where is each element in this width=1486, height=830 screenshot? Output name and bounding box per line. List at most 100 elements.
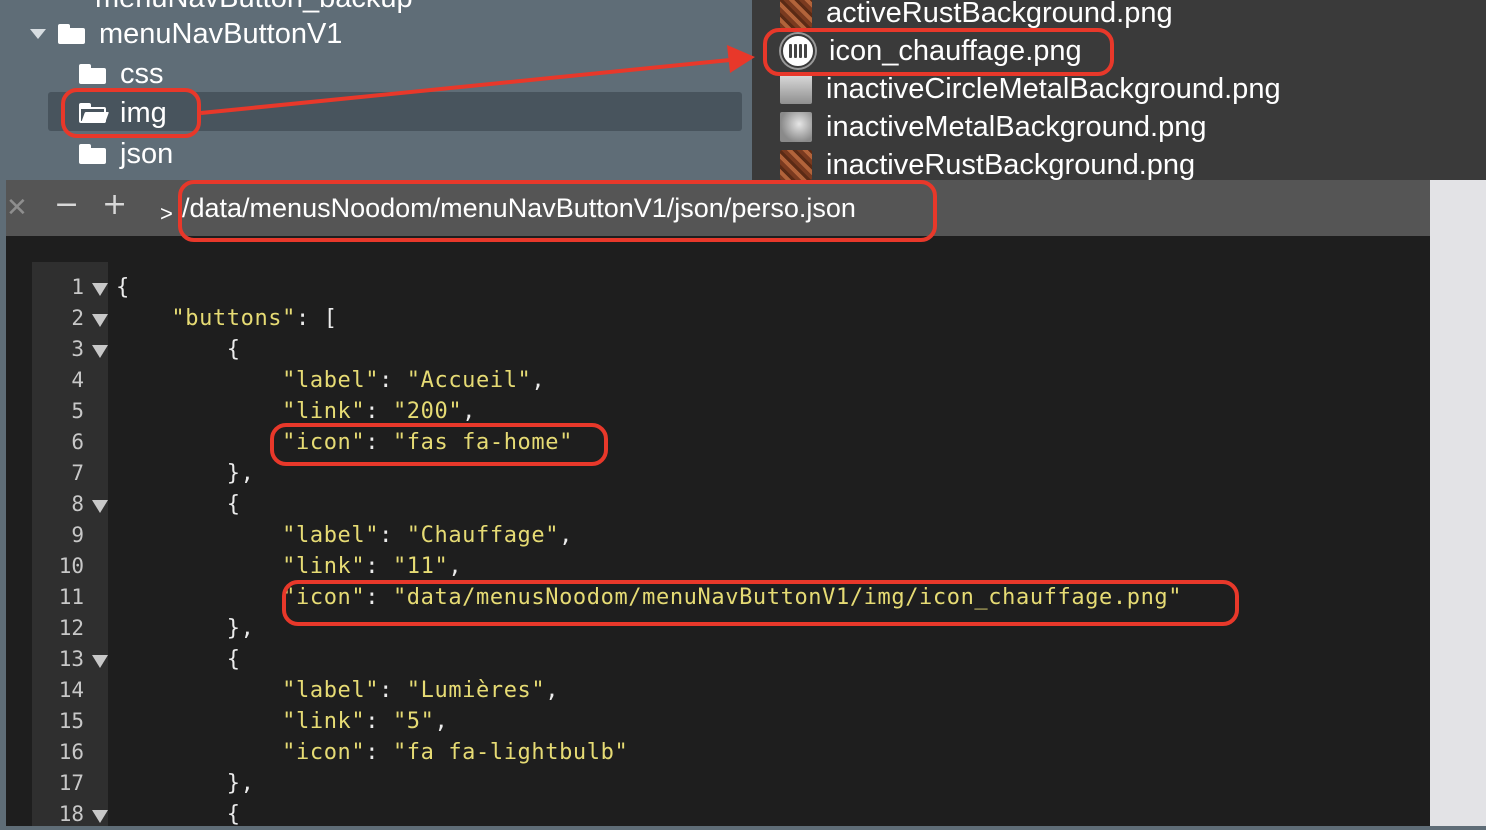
code-line[interactable]: { xyxy=(116,644,241,675)
code-token: { xyxy=(116,337,241,362)
code-line[interactable]: "label": "Accueil", xyxy=(116,365,545,396)
line-number: 15 xyxy=(58,709,84,733)
file-label: inactiveRustBackground.png xyxy=(826,148,1196,181)
code-line[interactable]: }, xyxy=(116,458,254,489)
string-token: "icon" xyxy=(282,740,366,765)
highlight-fontawesome-icon xyxy=(270,423,608,466)
highlight-img-folder xyxy=(61,88,201,138)
file-item[interactable]: inactiveRustBackground.png xyxy=(780,146,1195,180)
file-list: activeRustBackground.png icon_chauffage.… xyxy=(752,0,1486,180)
tree-item-label: menuNavButton_backup xyxy=(95,0,413,15)
string-token: "5" xyxy=(392,709,435,734)
line-number: 2 xyxy=(71,306,84,330)
tree-item-menuNavButtonV1[interactable]: menuNavButtonV1 xyxy=(30,14,342,54)
code-token: : [ xyxy=(296,306,338,331)
code-line[interactable]: "link": "5", xyxy=(116,706,448,737)
line-number: 14 xyxy=(58,678,84,702)
code-line[interactable]: { xyxy=(116,489,241,520)
string-token: "11" xyxy=(392,554,449,579)
code-token: , xyxy=(559,523,573,548)
code-line[interactable]: }, xyxy=(116,613,254,644)
zoom-in-button[interactable]: + xyxy=(102,190,127,220)
string-token: "label" xyxy=(282,368,380,393)
code-token: , xyxy=(531,368,546,393)
folder-icon xyxy=(79,144,106,164)
string-token: "label" xyxy=(282,678,380,703)
code-line[interactable]: "label": "Chauffage", xyxy=(116,520,573,551)
string-token: "Accueil" xyxy=(406,368,532,393)
code-token: : xyxy=(365,709,393,734)
string-token: "label" xyxy=(282,523,380,548)
metal-thumbnail-icon xyxy=(780,112,812,142)
fold-toggle-icon[interactable] xyxy=(92,314,108,327)
string-token: "link" xyxy=(282,554,366,579)
fold-toggle-icon[interactable] xyxy=(92,345,108,358)
code-token: { xyxy=(116,647,241,672)
code-token: : xyxy=(379,523,407,548)
folder-icon xyxy=(79,64,106,84)
code-line[interactable]: { xyxy=(116,272,130,303)
string-token: "200" xyxy=(392,399,463,424)
string-token: "Chauffage" xyxy=(406,523,560,548)
tree-item-json[interactable]: json xyxy=(79,134,173,174)
code-token: { xyxy=(116,492,241,517)
line-number: 12 xyxy=(58,616,84,640)
line-number: 7 xyxy=(71,461,84,485)
line-number: 5 xyxy=(71,399,84,423)
code-token: , xyxy=(462,399,477,424)
line-number: 8 xyxy=(71,492,84,516)
line-number: 17 xyxy=(58,771,84,795)
path-prefix: > xyxy=(160,201,173,226)
code-token: : xyxy=(365,554,393,579)
line-number: 9 xyxy=(71,523,84,547)
code-token: { xyxy=(116,275,130,300)
code-token: , xyxy=(448,554,463,579)
fold-toggle-icon[interactable] xyxy=(92,810,108,823)
code-editor[interactable]: ✕ − + > /data/menusNoodom/menuNavButtonV… xyxy=(6,180,1430,827)
string-token: "link" xyxy=(282,399,366,424)
code-line[interactable]: "buttons": [ xyxy=(116,303,338,334)
line-number: 6 xyxy=(71,430,84,454)
file-item[interactable]: inactiveMetalBackground.png xyxy=(780,108,1206,146)
zoom-out-button[interactable]: − xyxy=(54,190,79,220)
fold-toggle-icon[interactable] xyxy=(92,500,108,513)
rust-thumbnail-icon xyxy=(780,150,812,180)
line-number: 4 xyxy=(71,368,84,392)
code-line[interactable]: "icon": "fa fa-lightbulb" xyxy=(116,737,628,768)
code-line[interactable]: { xyxy=(116,799,241,830)
tree-item-label: json xyxy=(120,137,174,170)
code-token: , xyxy=(545,678,560,703)
line-number: 18 xyxy=(58,802,84,826)
close-icon[interactable]: ✕ xyxy=(6,193,28,223)
code-line[interactable]: { xyxy=(116,334,241,365)
highlight-icon-file xyxy=(763,28,1114,76)
code-line[interactable]: }, xyxy=(116,768,254,799)
code-token: : xyxy=(365,399,393,424)
line-number: 1 xyxy=(71,275,84,299)
file-label: inactiveMetalBackground.png xyxy=(826,110,1207,143)
code-token: : xyxy=(379,368,407,393)
chevron-down-icon[interactable] xyxy=(30,29,46,39)
string-token: "Lumières" xyxy=(406,678,546,703)
fold-toggle-icon[interactable] xyxy=(92,655,108,668)
file-label: activeRustBackground.png xyxy=(826,0,1173,29)
code-token: }, xyxy=(116,616,255,641)
tree-item-label: menuNavButtonV1 xyxy=(99,17,343,50)
code-token: : xyxy=(365,740,393,765)
code-line[interactable]: "label": "Lumières", xyxy=(116,675,559,706)
string-token: "link" xyxy=(282,709,366,734)
folder-icon xyxy=(58,24,85,44)
line-number: 11 xyxy=(58,585,84,609)
highlight-custom-icon-path xyxy=(282,580,1239,626)
tree-item-label: css xyxy=(120,57,164,90)
fold-toggle-icon[interactable] xyxy=(92,283,108,296)
code-line[interactable]: "link": "11", xyxy=(116,551,462,582)
